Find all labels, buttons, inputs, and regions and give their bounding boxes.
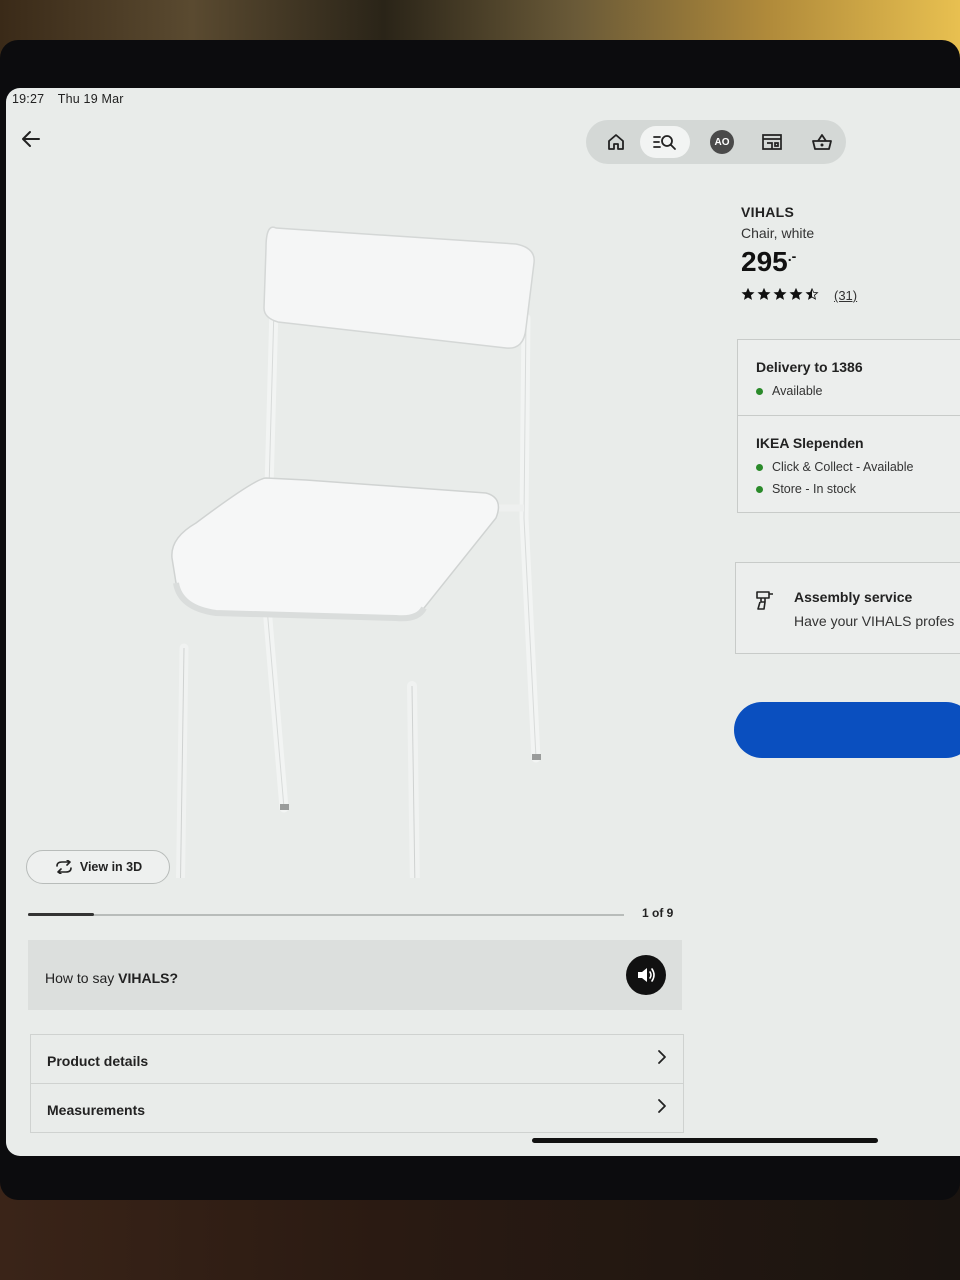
product-image <box>171 226 541 878</box>
available-dot-icon <box>756 463 763 471</box>
measurements-label: Measurements <box>47 1102 146 1118</box>
assembly-title: Assembly service <box>794 589 913 605</box>
star-icon <box>773 288 787 300</box>
store-stock-status: Store - In stock <box>772 482 857 496</box>
status-date: Thu 19 Mar <box>57 92 124 106</box>
gallery-progress <box>28 913 624 916</box>
store-button[interactable] <box>756 126 788 158</box>
drill-icon <box>756 591 773 610</box>
delivery-title: Delivery to 1386 <box>756 359 863 375</box>
star-icon <box>741 288 755 300</box>
avatar: AO <box>710 130 734 154</box>
rating-stars[interactable] <box>741 288 819 300</box>
measurements-row[interactable]: Measurements <box>30 1083 684 1133</box>
profile-button[interactable]: AO <box>706 126 738 158</box>
available-dot-icon <box>756 387 763 395</box>
product-details-row[interactable]: Product details <box>30 1034 684 1084</box>
delivery-availability: Available <box>756 384 823 398</box>
basket-icon <box>812 134 832 150</box>
pronunciation-panel: How to say VIHALS? <box>28 940 682 1010</box>
pronunciation-prefix: How to say <box>45 970 119 986</box>
price-value: 295 <box>741 246 788 277</box>
assembly-service-card[interactable]: Assembly service Have your VIHALS profes <box>735 562 960 654</box>
gallery-page-indicator: 1 of 9 <box>642 906 674 920</box>
arrow-left-icon <box>22 131 40 147</box>
view-in-3d-label: View in 3D <box>79 860 143 874</box>
product-description: Chair, white <box>741 225 815 241</box>
product-name: VIHALS <box>741 204 795 220</box>
tablet-screen: 19:27 Thu 19 Mar AO View in 3D 1 of 9 Ho… <box>6 88 960 1156</box>
status-time: 19:27 <box>12 92 45 106</box>
in-stock-dot-icon <box>756 485 763 493</box>
store-card[interactable]: IKEA Slependen Click & Collect - Availab… <box>737 415 960 513</box>
store-icon <box>762 134 782 150</box>
pronunciation-text: How to say VIHALS? <box>45 970 178 986</box>
chevron-right-icon <box>658 1099 666 1113</box>
star-icon <box>757 288 771 300</box>
click-collect-availability: Click & Collect - Available <box>756 460 914 474</box>
gallery-progress-fill <box>28 913 94 916</box>
store-stock-availability: Store - In stock <box>756 482 856 496</box>
star-icon <box>789 288 803 300</box>
click-collect-status: Click & Collect - Available <box>772 460 914 474</box>
home-indicator <box>532 1138 878 1143</box>
assembly-subtitle: Have your VIHALS profes <box>794 613 955 629</box>
delivery-card[interactable]: Delivery to 1386 Available <box>737 339 960 417</box>
product-details-label: Product details <box>47 1053 149 1069</box>
pronunciation-name: VIHALS? <box>118 970 179 986</box>
home-button[interactable] <box>600 126 632 158</box>
basket-button[interactable] <box>806 126 838 158</box>
status-bar: 19:27 Thu 19 Mar <box>12 92 134 106</box>
home-icon <box>608 134 624 150</box>
search-button[interactable] <box>640 126 690 158</box>
store-title: IKEA Slependen <box>756 435 864 451</box>
top-navigation: AO <box>586 120 846 164</box>
play-pronunciation-button[interactable] <box>626 955 666 995</box>
review-count-link[interactable]: (31) <box>834 288 857 303</box>
back-button[interactable] <box>18 126 44 152</box>
search-list-icon <box>653 135 676 150</box>
rotate-3d-icon <box>56 860 72 874</box>
add-to-bag-button[interactable] <box>734 702 960 758</box>
speaker-icon <box>638 968 655 982</box>
delivery-status: Available <box>772 384 823 398</box>
chevron-right-icon <box>658 1050 666 1064</box>
view-in-3d-button[interactable]: View in 3D <box>26 850 170 884</box>
product-price: 295.- <box>741 246 796 278</box>
price-suffix: .- <box>787 248 797 264</box>
star-icon <box>805 288 819 300</box>
